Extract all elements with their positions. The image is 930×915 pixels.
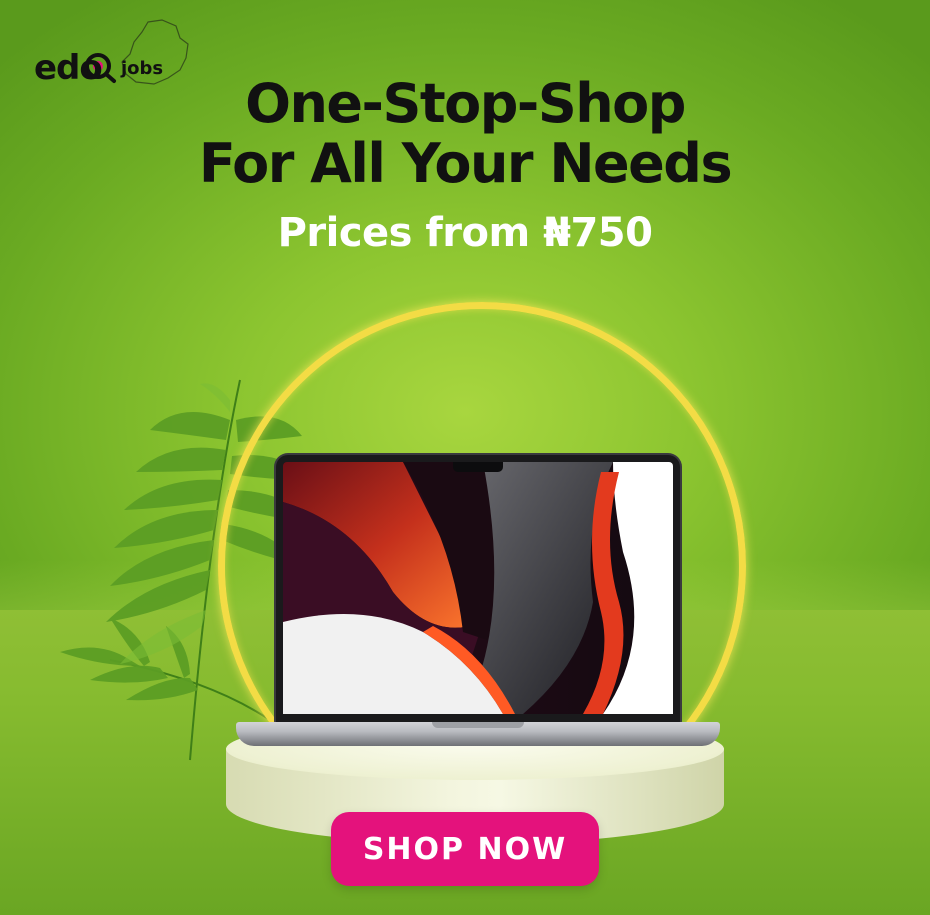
laptop-screen xyxy=(283,462,673,714)
headline: One-Stop-Shop For All Your Needs xyxy=(0,74,930,194)
promo-banner: edo jobs One-Stop-Shop For All Your Need… xyxy=(0,0,930,915)
wallpaper-graphic xyxy=(283,462,673,714)
laptop-base xyxy=(236,722,720,746)
shop-now-button[interactable]: SHOP NOW xyxy=(331,812,599,886)
headline-line-2: For All Your Needs xyxy=(198,132,733,195)
camera-notch xyxy=(453,462,503,472)
price-subline: Prices from ₦750 xyxy=(277,210,653,256)
laptop-icon xyxy=(276,455,680,723)
headline-line-1: One-Stop-Shop xyxy=(245,72,686,135)
